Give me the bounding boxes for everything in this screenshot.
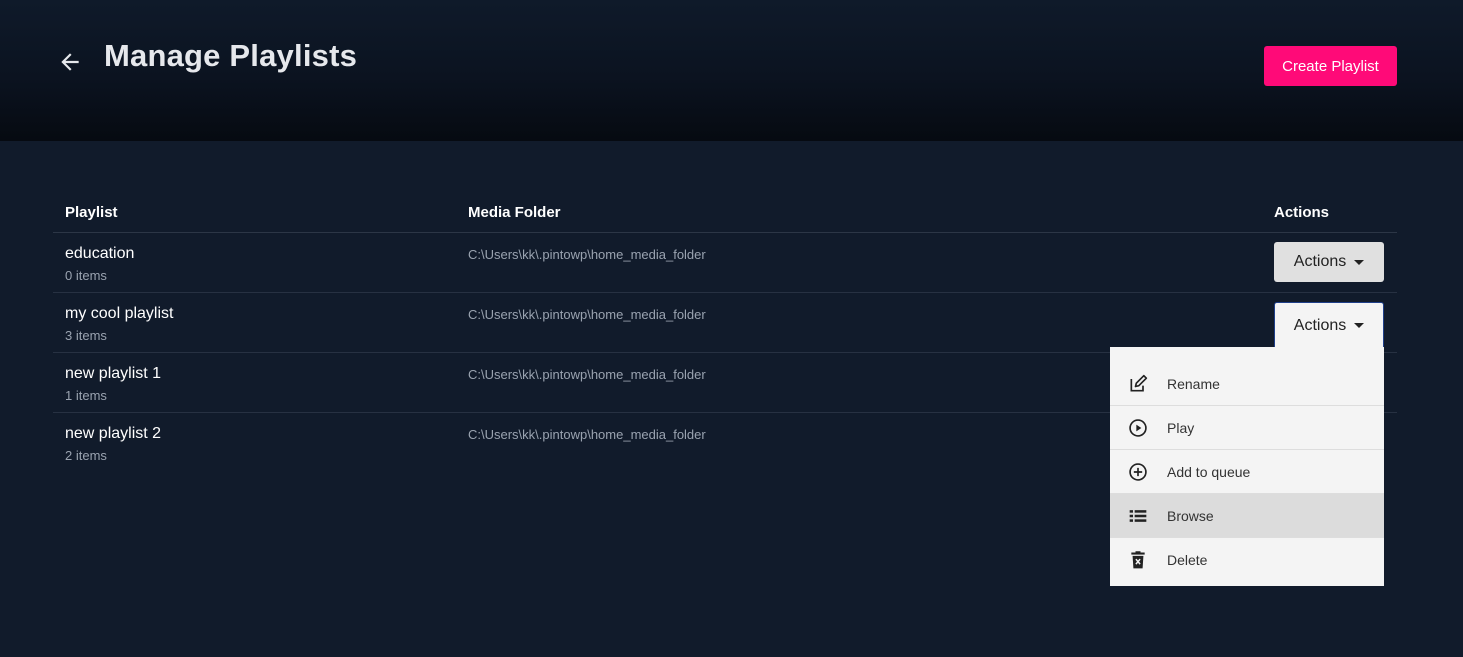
- trash-icon: [1131, 551, 1145, 569]
- actions-dropdown-button[interactable]: Actions: [1274, 302, 1384, 348]
- table-header: Playlist Media Folder Actions: [53, 192, 1397, 233]
- playlist-media-folder: C:\Users\kk\.pintowp\home_media_folder: [468, 427, 706, 442]
- playlist-name: my cool playlist: [65, 305, 174, 322]
- actions-label: Actions: [1293, 253, 1347, 270]
- menu-item-rename[interactable]: Rename: [1110, 362, 1384, 406]
- menu-item-label: Browse: [1167, 507, 1214, 524]
- playlist-media-folder: C:\Users\kk\.pintowp\home_media_folder: [468, 367, 706, 382]
- playlist-item-count: 2 items: [65, 448, 107, 463]
- actions-dropdown-button[interactable]: Actions: [1274, 242, 1384, 282]
- menu-item-label: Play: [1167, 419, 1195, 436]
- playlist-item-count: 3 items: [65, 328, 107, 343]
- playlist-item-count: 1 items: [65, 388, 107, 403]
- playlist-media-folder: C:\Users\kk\.pintowp\home_media_folder: [468, 307, 706, 322]
- caret-down-icon: [1354, 323, 1365, 328]
- actions-dropdown-menu: Rename Play Add to queue Browse Delete: [1110, 347, 1384, 586]
- table-row: my cool playlist 3 items C:\Users\kk\.pi…: [53, 293, 1397, 353]
- menu-item-label: Add to queue: [1167, 463, 1251, 480]
- back-button[interactable]: [52, 44, 88, 80]
- page-title: Manage Playlists: [104, 38, 358, 73]
- play-circle-icon: [1129, 419, 1147, 437]
- create-playlist-button[interactable]: Create Playlist: [1264, 46, 1397, 86]
- arrow-left-icon: [61, 53, 79, 71]
- menu-item-add-to-queue[interactable]: Add to queue: [1110, 450, 1384, 494]
- playlist-name: new playlist 1: [65, 365, 162, 382]
- list-icon: [1129, 510, 1147, 522]
- column-header-playlist: Playlist: [65, 204, 118, 221]
- edit-icon: [1130, 374, 1148, 392]
- menu-item-label: Rename: [1167, 375, 1220, 392]
- caret-down-icon: [1354, 259, 1365, 265]
- column-header-actions: Actions: [1274, 204, 1330, 221]
- menu-item-browse[interactable]: Browse: [1110, 494, 1384, 538]
- playlist-item-count: 0 items: [65, 268, 107, 283]
- playlist-name: education: [65, 245, 135, 262]
- menu-item-delete[interactable]: Delete: [1110, 538, 1384, 582]
- playlist-media-folder: C:\Users\kk\.pintowp\home_media_folder: [468, 247, 706, 262]
- table-row: education 0 items C:\Users\kk\.pintowp\h…: [53, 233, 1397, 293]
- column-header-media-folder: Media Folder: [468, 204, 561, 221]
- actions-label: Actions: [1293, 316, 1347, 334]
- menu-item-play[interactable]: Play: [1110, 406, 1384, 450]
- page-header: Manage Playlists Create Playlist: [0, 0, 1463, 141]
- menu-item-label: Delete: [1167, 552, 1208, 568]
- add-circle-icon: [1129, 463, 1147, 481]
- playlist-name: new playlist 2: [65, 425, 162, 442]
